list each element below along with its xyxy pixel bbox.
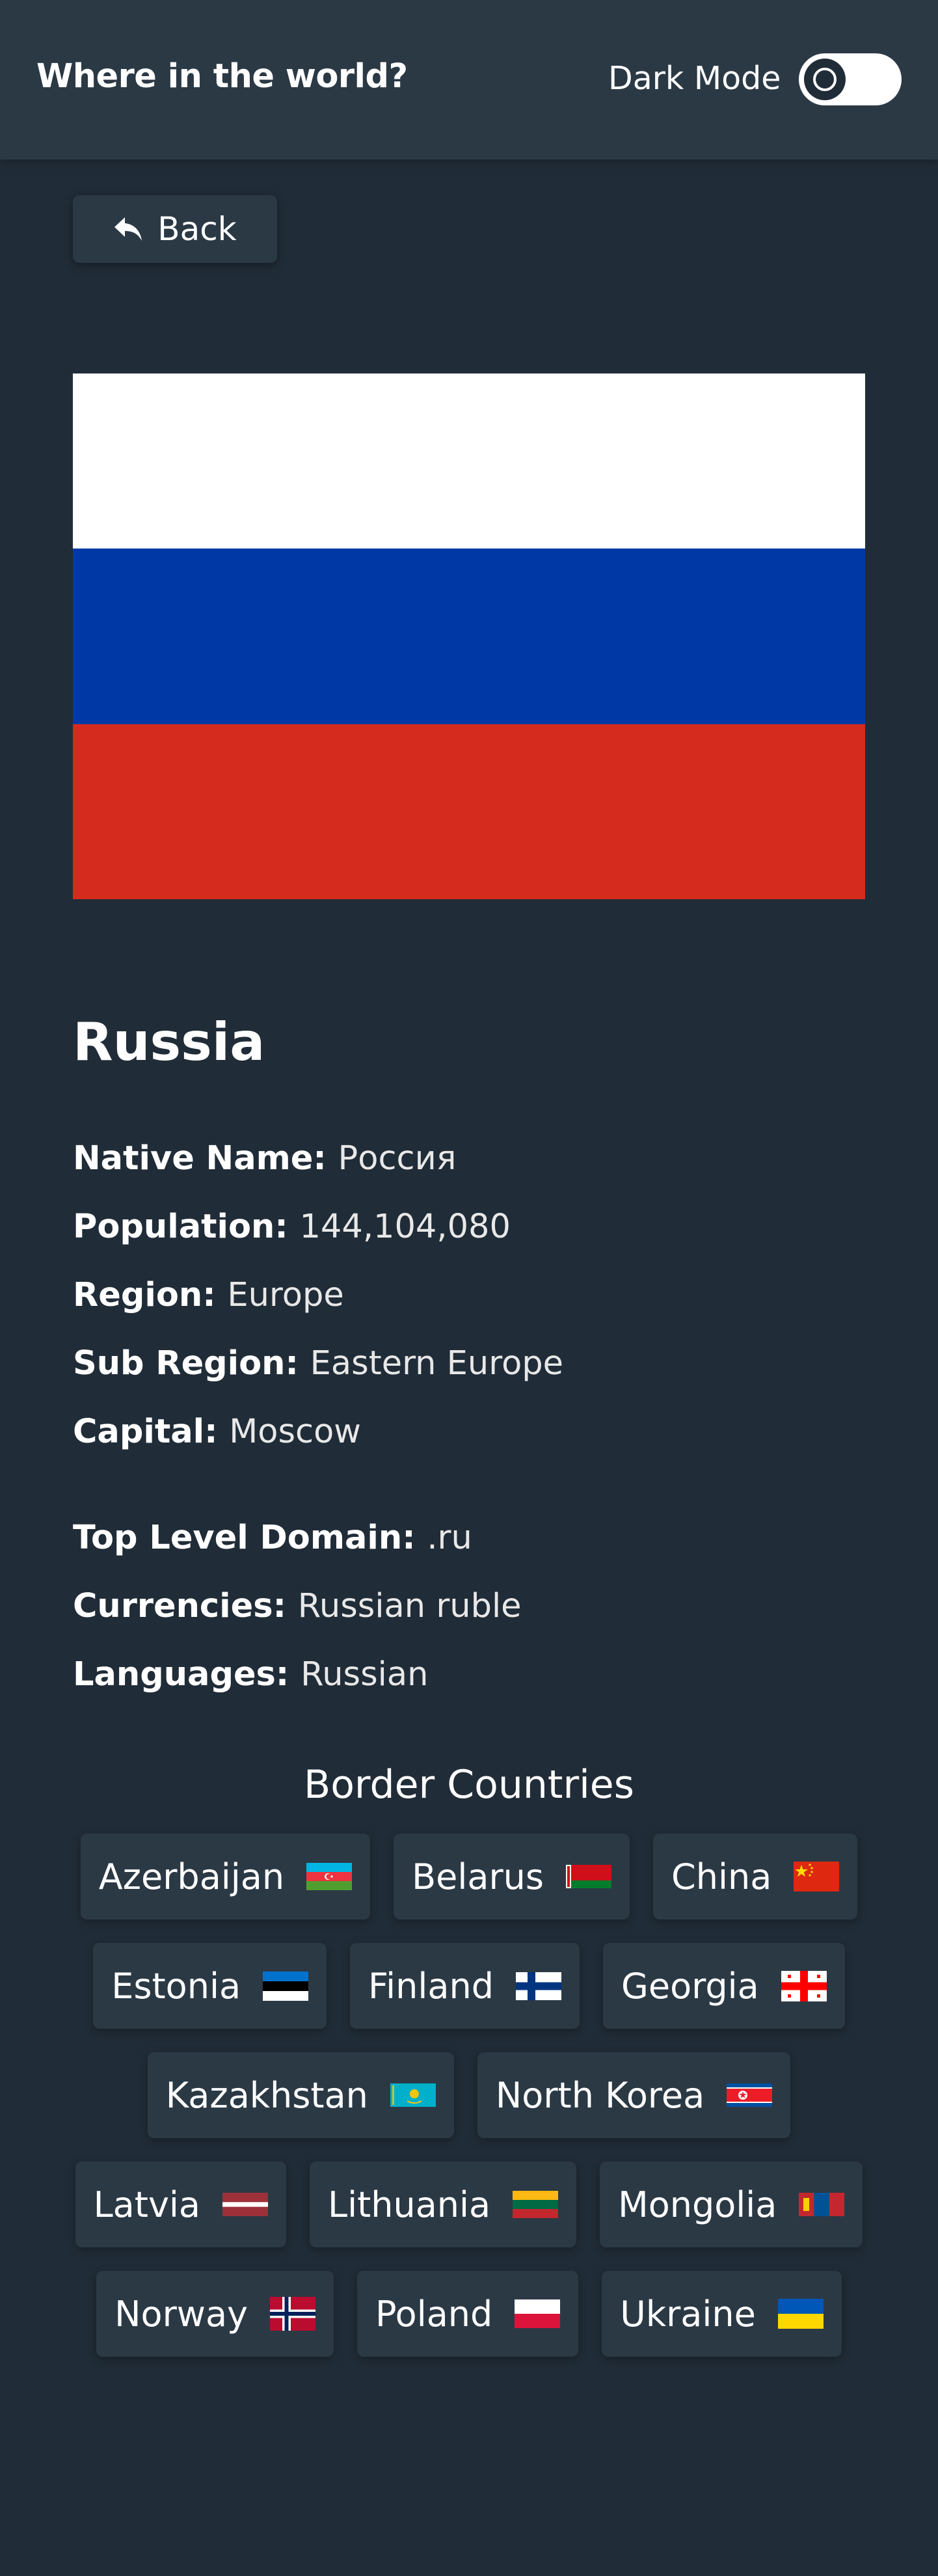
back-button[interactable]: Back bbox=[73, 195, 277, 263]
region-value: Europe bbox=[227, 1276, 344, 1314]
border-country-name: Lithuania bbox=[328, 2184, 491, 2225]
languages-label: Languages: bbox=[73, 1655, 301, 1694]
sub-region-row: Sub Region: Eastern Europe bbox=[73, 1344, 563, 1383]
country-flag bbox=[73, 373, 865, 899]
georgia-flag-icon bbox=[781, 1970, 827, 2001]
border-row: Latvia Lithuania Mongolia bbox=[0, 2162, 938, 2247]
mongolia-flag-icon bbox=[799, 2193, 845, 2216]
border-chip-mongolia[interactable]: Mongolia bbox=[600, 2162, 863, 2247]
languages-value: Russian bbox=[301, 1655, 429, 1694]
border-chip-azerbaijan[interactable]: Azerbaijan bbox=[80, 1834, 371, 1919]
toggle-knob bbox=[804, 59, 846, 100]
sub-region-label: Sub Region: bbox=[73, 1344, 310, 1383]
border-country-name: Azerbaijan bbox=[98, 1856, 285, 1897]
finland-flag-icon bbox=[516, 1972, 562, 2000]
population-value: 144,104,080 bbox=[299, 1208, 511, 1246]
back-button-label: Back bbox=[157, 210, 237, 248]
border-countries-title: Border Countries bbox=[304, 1762, 634, 1808]
belarus-flag-icon bbox=[566, 1865, 612, 1888]
border-chip-poland[interactable]: Poland bbox=[357, 2271, 579, 2357]
border-country-name: Georgia bbox=[621, 1965, 759, 2007]
dark-mode-label: Dark Mode bbox=[608, 60, 781, 97]
capital-value: Moscow bbox=[229, 1413, 361, 1451]
border-row: Kazakhstan North Korea bbox=[0, 2052, 938, 2138]
dark-mode-toggle[interactable] bbox=[799, 53, 902, 105]
country-name: Russia bbox=[73, 1012, 265, 1072]
border-chip-latvia[interactable]: Latvia bbox=[75, 2162, 286, 2247]
border-row: Norway Poland Ukraine bbox=[0, 2271, 938, 2357]
border-chip-finland[interactable]: Finland bbox=[350, 1943, 580, 2029]
top-level-domain-row: Top Level Domain: .ru bbox=[73, 1519, 472, 1557]
population-label: Population: bbox=[73, 1208, 300, 1246]
moon-icon bbox=[813, 68, 837, 91]
border-chip-belarus[interactable]: Belarus bbox=[394, 1834, 630, 1919]
china-flag-icon bbox=[794, 1862, 840, 1891]
border-country-name: Norway bbox=[114, 2293, 248, 2335]
border-country-name: North Korea bbox=[495, 2074, 705, 2116]
currencies-label: Currencies: bbox=[73, 1587, 298, 1625]
border-country-name: Belarus bbox=[412, 1856, 544, 1897]
border-chip-estonia[interactable]: Estonia bbox=[93, 1943, 327, 2029]
border-country-name: Ukraine bbox=[620, 2293, 756, 2335]
region-label: Region: bbox=[73, 1276, 228, 1314]
border-chip-kazakhstan[interactable]: Kazakhstan bbox=[147, 2052, 454, 2138]
latvia-flag-icon bbox=[222, 2193, 268, 2216]
border-chip-ukraine[interactable]: Ukraine bbox=[602, 2271, 842, 2357]
azerbaijan-flag-icon bbox=[306, 1863, 353, 1890]
top-level-domain-value: .ru bbox=[427, 1519, 472, 1557]
native-name-value: Россия bbox=[338, 1139, 457, 1178]
top-level-domain-label: Top Level Domain: bbox=[73, 1519, 427, 1557]
border-chip-north-korea[interactable]: North Korea bbox=[477, 2052, 791, 2138]
border-country-name: Kazakhstan bbox=[165, 2074, 368, 2116]
border-chip-norway[interactable]: Norway bbox=[96, 2271, 334, 2357]
border-chip-china[interactable]: China bbox=[653, 1834, 858, 1919]
currencies-value: Russian ruble bbox=[297, 1587, 522, 1625]
border-chip-lithuania[interactable]: Lithuania bbox=[310, 2162, 577, 2247]
norway-flag-icon bbox=[270, 2297, 316, 2331]
currencies-row: Currencies: Russian ruble bbox=[73, 1587, 522, 1625]
estonia-flag-icon bbox=[263, 1971, 309, 2001]
native-name-row: Native Name: Россия bbox=[73, 1139, 456, 1178]
sub-region-value: Eastern Europe bbox=[310, 1344, 564, 1383]
north-korea-flag-icon bbox=[727, 2083, 773, 2107]
border-country-name: Mongolia bbox=[618, 2184, 777, 2225]
border-country-name: Latvia bbox=[93, 2184, 200, 2225]
reply-arrow-icon bbox=[114, 217, 142, 241]
border-country-name: Poland bbox=[375, 2293, 493, 2335]
flag-stripe-white bbox=[73, 373, 865, 549]
lithuania-flag-icon bbox=[513, 2191, 559, 2218]
capital-row: Capital: Moscow bbox=[73, 1413, 361, 1451]
border-country-name: China bbox=[671, 1856, 772, 1897]
flag-stripe-blue bbox=[73, 549, 865, 724]
site-header: Where in the world? Dark Mode bbox=[0, 0, 938, 159]
border-row: Estonia Finland Georgia bbox=[0, 1943, 938, 2029]
population-row: Population: 144,104,080 bbox=[73, 1208, 511, 1246]
border-country-name: Estonia bbox=[111, 1965, 241, 2007]
flag-stripe-red bbox=[73, 724, 865, 899]
capital-label: Capital: bbox=[73, 1413, 230, 1451]
border-row: Azerbaijan Belarus China bbox=[0, 1834, 938, 1919]
poland-flag-icon bbox=[515, 2299, 561, 2328]
border-country-name: Finland bbox=[368, 1965, 494, 2007]
languages-row: Languages: Russian bbox=[73, 1655, 428, 1694]
ukraine-flag-icon bbox=[777, 2299, 824, 2329]
kazakhstan-flag-icon bbox=[390, 2083, 436, 2107]
region-row: Region: Europe bbox=[73, 1276, 344, 1314]
app-title: Where in the world? bbox=[36, 57, 408, 96]
native-name-label: Native Name: bbox=[73, 1139, 338, 1178]
border-chip-georgia[interactable]: Georgia bbox=[603, 1943, 845, 2029]
